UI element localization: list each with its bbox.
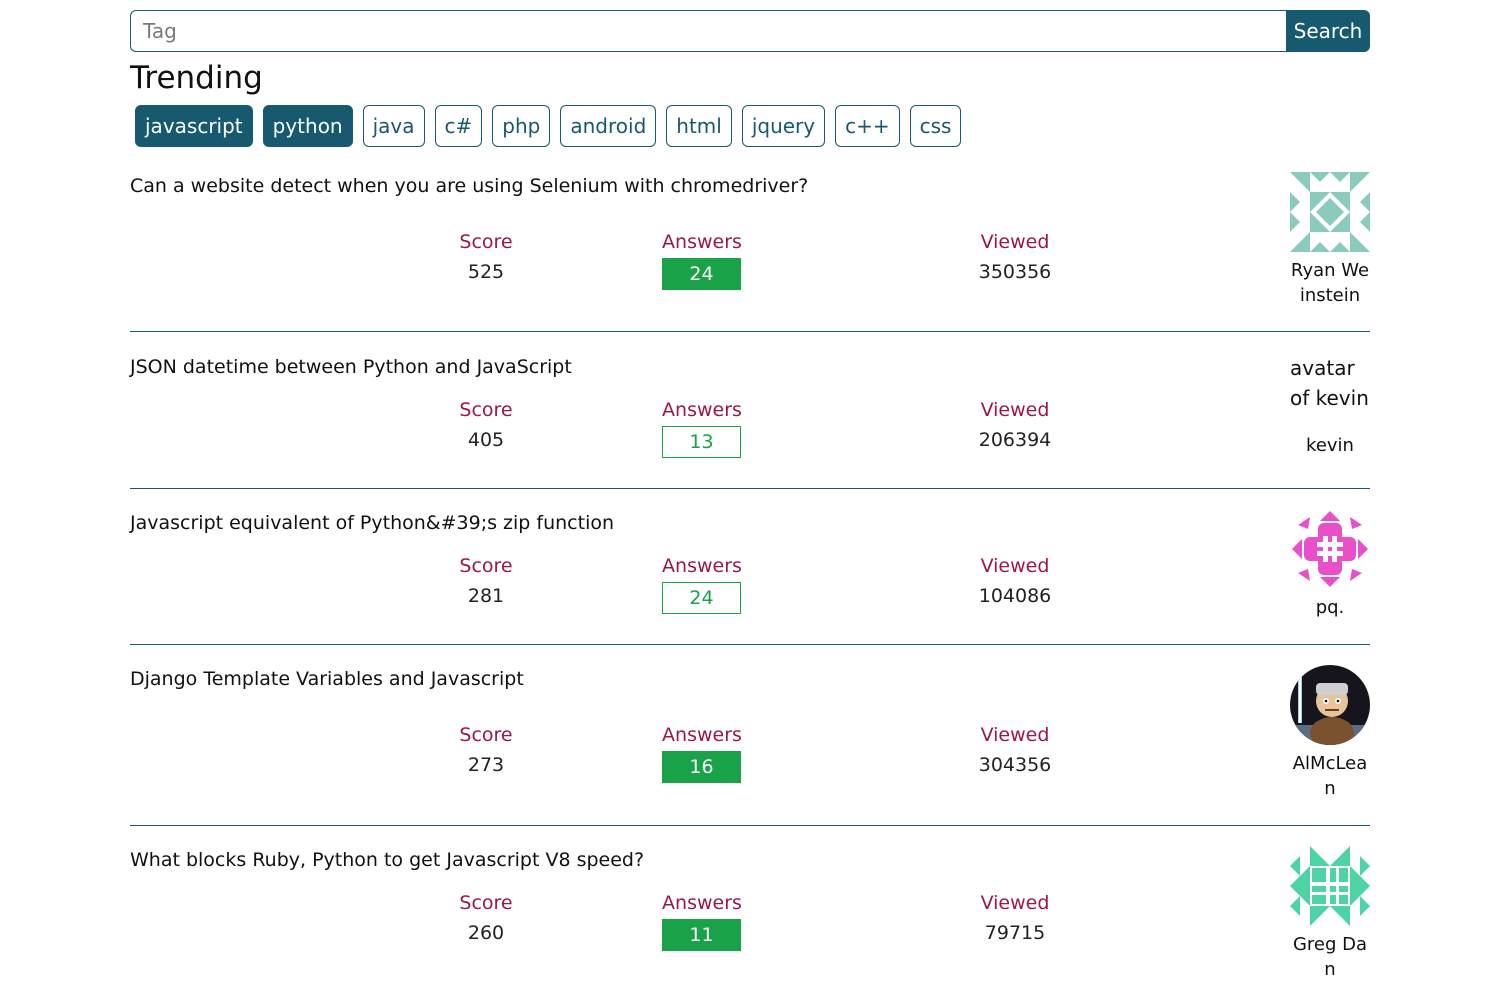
- tag-javascript[interactable]: javascript: [135, 105, 253, 147]
- views-label: Viewed: [980, 555, 1050, 577]
- answers-stat: Answers 13: [662, 397, 742, 458]
- identicon-avatar-icon[interactable]: [1290, 172, 1370, 252]
- views-stat: Viewed 79715: [975, 890, 1055, 950]
- author-name[interactable]: AlMcLean: [1290, 751, 1370, 801]
- author-name[interactable]: Greg Dan: [1290, 932, 1370, 982]
- answers-stat: Answers 24: [662, 553, 742, 614]
- author-block[interactable]: Greg Dan: [1290, 846, 1370, 982]
- identicon-avatar-icon[interactable]: [1290, 846, 1370, 926]
- divider: [130, 825, 1370, 826]
- question-title-link[interactable]: Django Template Variables and Javascript: [130, 668, 524, 690]
- tag-html[interactable]: html: [666, 105, 732, 147]
- views-value: 104086: [978, 585, 1052, 607]
- divider: [130, 331, 1370, 332]
- tag-java[interactable]: java: [362, 105, 425, 147]
- score-value: 260: [467, 922, 505, 944]
- search-bar: Search: [130, 10, 1370, 52]
- score-value: 405: [467, 429, 505, 451]
- author-name[interactable]: pq.: [1290, 595, 1370, 620]
- tag-search-input[interactable]: [130, 10, 1286, 52]
- score-value: 525: [467, 261, 505, 283]
- author-name[interactable]: kevin: [1290, 433, 1370, 458]
- answers-label: Answers: [662, 231, 742, 253]
- score-label: Score: [459, 555, 513, 577]
- question-item: Can a website detect when you are using …: [130, 172, 1370, 315]
- answers-label: Answers: [662, 555, 742, 577]
- score-value: 281: [467, 585, 505, 607]
- answers-count-badge: 16: [662, 751, 741, 783]
- answers-count-badge: 11: [662, 919, 741, 951]
- tag-python[interactable]: python: [262, 105, 353, 147]
- score-stat: Score 260: [446, 890, 526, 950]
- answers-stat: Answers 24: [662, 229, 742, 290]
- score-label: Score: [459, 892, 513, 914]
- answers-label: Answers: [662, 892, 742, 914]
- tag-android[interactable]: android: [560, 105, 657, 147]
- views-stat: Viewed 304356: [975, 722, 1055, 782]
- question-title-link[interactable]: JSON datetime between Python and JavaScr…: [130, 356, 572, 378]
- views-value: 350356: [978, 261, 1052, 283]
- user-photo-avatar-icon[interactable]: [1290, 665, 1370, 745]
- author-block[interactable]: pq.: [1290, 509, 1370, 620]
- identicon-avatar-icon[interactable]: [1290, 509, 1370, 589]
- tag-cpp[interactable]: c++: [835, 105, 900, 147]
- views-stat: Viewed 104086: [975, 553, 1055, 613]
- tag-csharp[interactable]: c#: [434, 105, 483, 147]
- views-label: Viewed: [980, 399, 1050, 421]
- score-value: 273: [467, 754, 505, 776]
- views-stat: Viewed 350356: [975, 229, 1055, 289]
- views-stat: Viewed 206394: [975, 397, 1055, 457]
- question-title-link[interactable]: What blocks Ruby, Python to get Javascri…: [130, 849, 644, 871]
- views-label: Viewed: [980, 724, 1050, 746]
- broken-avatar-alt-text[interactable]: avatar of kevin: [1290, 353, 1370, 433]
- views-label: Viewed: [980, 231, 1050, 253]
- divider: [130, 644, 1370, 645]
- author-block[interactable]: avatar of kevin kevin: [1290, 353, 1370, 458]
- views-value: 304356: [978, 754, 1052, 776]
- views-value: 79715: [984, 922, 1046, 944]
- score-stat: Score 525: [446, 229, 526, 289]
- answers-stat: Answers 11: [662, 890, 742, 951]
- score-label: Score: [459, 724, 513, 746]
- trending-heading: Trending: [130, 60, 263, 96]
- question-item: Django Template Variables and Javascript…: [130, 665, 1370, 808]
- answers-label: Answers: [662, 399, 742, 421]
- author-block[interactable]: Ryan Weinstein: [1290, 172, 1370, 308]
- question-title-link[interactable]: Can a website detect when you are using …: [130, 175, 808, 197]
- question-item: JSON datetime between Python and JavaScr…: [130, 356, 1370, 476]
- score-stat: Score 273: [446, 722, 526, 782]
- author-name[interactable]: Ryan Weinstein: [1290, 258, 1370, 308]
- tag-php[interactable]: php: [492, 105, 551, 147]
- score-label: Score: [459, 231, 513, 253]
- answers-count-badge: 24: [662, 258, 741, 290]
- answers-label: Answers: [662, 724, 742, 746]
- score-stat: Score 405: [446, 397, 526, 457]
- answers-count-badge: 13: [662, 426, 741, 458]
- question-item: Javascript equivalent of Python&#39;s zi…: [130, 509, 1370, 632]
- author-block[interactable]: AlMcLean: [1290, 665, 1370, 801]
- question-title-link[interactable]: Javascript equivalent of Python&#39;s zi…: [130, 512, 614, 534]
- trending-tags: javascript python java c# php android ht…: [135, 105, 962, 147]
- answers-count-badge: 24: [662, 582, 741, 614]
- tag-css[interactable]: css: [909, 105, 962, 147]
- question-item: What blocks Ruby, Python to get Javascri…: [130, 846, 1370, 980]
- search-button[interactable]: Search: [1286, 10, 1370, 52]
- views-label: Viewed: [980, 892, 1050, 914]
- divider: [130, 488, 1370, 489]
- score-label: Score: [459, 399, 513, 421]
- answers-stat: Answers 16: [662, 722, 742, 783]
- score-stat: Score 281: [446, 553, 526, 613]
- tag-jquery[interactable]: jquery: [741, 105, 826, 147]
- views-value: 206394: [978, 429, 1052, 451]
